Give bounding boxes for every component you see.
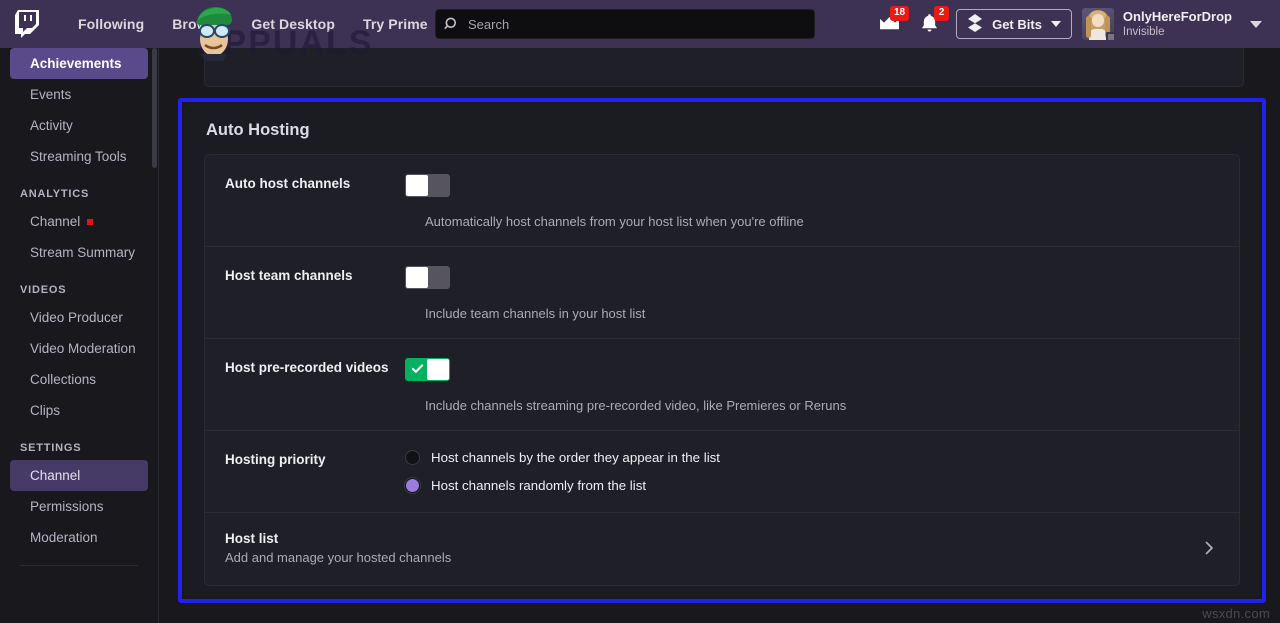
row-description: Include channels streaming pre-recorded … <box>425 398 847 413</box>
sidebar-item-activity[interactable]: Activity <box>10 110 148 141</box>
nav-right-cluster: 18 2 Get Bits OnlyHereForDrop Invisible <box>872 0 1280 48</box>
sidebar-item-label: Streaming Tools <box>30 149 127 164</box>
row-host-team-channels: Host team channels Include team channels… <box>205 247 1239 339</box>
row-host-list[interactable]: Host list Add and manage your hosted cha… <box>205 513 1239 583</box>
auto-hosting-panel: Auto Hosting Auto host channels Automati… <box>184 104 1260 597</box>
sidebar-item-label: Channel <box>30 214 81 229</box>
row-label: Hosting priority <box>225 452 326 467</box>
chevron-right-icon[interactable] <box>1201 540 1217 556</box>
sidebar-item-collections[interactable]: Collections <box>10 364 148 395</box>
user-display-name: OnlyHereForDrop <box>1122 8 1232 24</box>
row-host-pre-recorded-videos: Host pre-recorded videos Include channel… <box>205 339 1239 431</box>
radio-icon-selected <box>405 478 420 493</box>
sidebar-item-video-moderation[interactable]: Video Moderation <box>10 333 148 364</box>
twitch-logo-icon[interactable] <box>14 9 40 39</box>
sidebar-heading-analytics: ANALYTICS <box>20 188 90 200</box>
settings-main-content: Auto Hosting Auto host channels Automati… <box>160 48 1280 623</box>
sidebar-item-label: Permissions <box>30 499 104 514</box>
sidebar-item-label: Activity <box>30 118 73 133</box>
user-status-label: Invisible <box>1122 25 1165 38</box>
sidebar-heading-settings: SETTINGS <box>20 442 82 454</box>
sidebar-item-label: Video Producer <box>30 310 123 325</box>
sidebar-item-analytics-channel[interactable]: Channel <box>10 206 148 237</box>
search-input[interactable] <box>468 16 806 32</box>
radio-label: Host channels by the order they appear i… <box>431 450 721 465</box>
top-navigation-bar: Following Browse Get Desktop Try Prime •… <box>0 0 1280 62</box>
row-label: Host team channels <box>225 268 353 283</box>
get-bits-label: Get Bits <box>992 16 1042 32</box>
chevron-down-icon <box>1050 21 1061 27</box>
avatar[interactable] <box>1081 8 1116 42</box>
sidebar-item-label: Stream Summary <box>30 245 136 260</box>
row-label: Auto host channels <box>225 176 351 191</box>
sidebar-item-label: Video Moderation <box>30 341 136 356</box>
prime-crown-button[interactable]: 18 <box>872 6 910 41</box>
toggle-knob <box>406 267 428 288</box>
user-text-block: OnlyHereForDrop Invisible <box>1123 9 1232 40</box>
radio-label: Host channels randomly from the list <box>431 478 647 493</box>
row-hosting-priority: Hosting priority Host channels by the or… <box>205 431 1239 513</box>
sidebar-item-label: Collections <box>30 372 97 387</box>
sidebar-item-permissions[interactable]: Permissions <box>10 491 148 522</box>
auto-hosting-settings-card: Auto host channels Automatically host ch… <box>204 154 1240 586</box>
prime-badge-count: 18 <box>889 6 910 21</box>
host-list-title: Host list <box>225 531 279 546</box>
page-title: Auto Hosting <box>206 121 310 139</box>
sidebar-item-streaming-tools[interactable]: Streaming Tools <box>10 141 148 172</box>
radio-icon-unselected <box>405 450 420 465</box>
host-team-channels-toggle[interactable] <box>405 266 450 289</box>
search-box[interactable] <box>435 9 815 39</box>
radio-option-ordered[interactable]: Host channels by the order they appear i… <box>405 450 1239 465</box>
host-list-link[interactable]: Host list Add and manage your hosted cha… <box>205 513 1239 583</box>
new-indicator-dot <box>87 218 94 225</box>
sidebar-item-label: Events <box>30 87 72 102</box>
notifications-badge-count: 2 <box>934 6 950 21</box>
bits-icon <box>967 13 983 35</box>
sidebar-item-clips[interactable]: Clips <box>10 395 148 426</box>
sidebar-item-stream-summary[interactable]: Stream Summary <box>10 237 148 268</box>
sidebar-item-video-producer[interactable]: Video Producer <box>10 302 148 333</box>
sidebar-item-label: Achievements <box>30 56 122 71</box>
previous-section-card-partial <box>204 48 1244 87</box>
sidebar-item-label: Channel <box>30 468 81 483</box>
row-description: Automatically host channels from your ho… <box>425 214 804 229</box>
nav-link-try-prime[interactable]: Try Prime <box>349 10 442 38</box>
sidebar-item-events[interactable]: Events <box>10 79 148 110</box>
toggle-knob <box>406 175 428 196</box>
twitch-app-window: Following Browse Get Desktop Try Prime •… <box>0 0 1280 623</box>
chevron-down-icon[interactable] <box>1250 20 1262 28</box>
settings-sidebar[interactable]: Achievements Events Activity Streaming T… <box>0 48 159 623</box>
status-indicator-invisible <box>1105 32 1116 42</box>
nav-link-get-desktop[interactable]: Get Desktop <box>237 10 349 38</box>
sidebar-scrollbar[interactable] <box>152 48 157 168</box>
check-icon <box>411 364 424 373</box>
nav-links: Following Browse Get Desktop Try Prime •… <box>64 10 492 38</box>
search-icon <box>444 16 460 32</box>
sidebar-heading-videos: VIDEOS <box>20 284 67 296</box>
sidebar-item-settings-channel[interactable]: Channel <box>10 460 148 491</box>
sidebar-divider <box>20 565 138 566</box>
host-pre-recorded-videos-toggle[interactable] <box>405 358 450 381</box>
sidebar-item-label: Clips <box>30 403 61 418</box>
nav-link-browse[interactable]: Browse <box>158 10 237 38</box>
host-list-subtitle: Add and manage your hosted channels <box>225 550 452 565</box>
sidebar-item-achievements[interactable]: Achievements <box>10 48 148 79</box>
nav-link-following[interactable]: Following <box>64 10 158 38</box>
sidebar-item-label: Moderation <box>30 530 98 545</box>
auto-host-channels-toggle[interactable] <box>405 174 450 197</box>
user-menu[interactable]: OnlyHereForDrop Invisible <box>1081 8 1280 42</box>
toggle-knob <box>427 359 449 380</box>
notifications-button[interactable]: 2 <box>912 6 950 41</box>
site-watermark: wsxdn.com <box>1202 606 1270 621</box>
row-label: Host pre-recorded videos <box>225 360 389 375</box>
row-description: Include team channels in your host list <box>425 306 646 321</box>
radio-option-random[interactable]: Host channels randomly from the list <box>405 478 1239 493</box>
row-auto-host-channels: Auto host channels Automatically host ch… <box>205 155 1239 247</box>
get-bits-button[interactable]: Get Bits <box>956 9 1072 39</box>
sidebar-item-moderation[interactable]: Moderation <box>10 522 148 553</box>
